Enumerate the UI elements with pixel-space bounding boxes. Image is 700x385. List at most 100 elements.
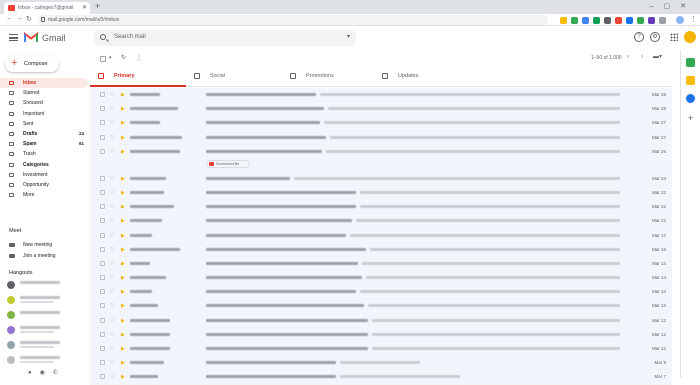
email-row[interactable]: ☆ ▶ Mar 22 <box>90 214 672 229</box>
important-marker-icon[interactable]: ▶ <box>121 261 125 267</box>
back-icon[interactable]: ← <box>6 15 13 22</box>
settings-gear-icon[interactable]: ⚙ <box>650 32 660 42</box>
input-tools-icon[interactable]: ▬▾ <box>653 53 662 60</box>
extension-icon[interactable] <box>648 17 655 24</box>
email-row[interactable]: ☆ ▶ Mar 27 <box>90 130 672 145</box>
row-checkbox[interactable] <box>100 92 105 97</box>
phone-icon[interactable]: ✆ <box>53 370 66 376</box>
email-row[interactable]: ☆ ▶ Mar 7 <box>90 370 672 385</box>
email-row[interactable]: ☆ ▶ Mar 9 <box>90 356 672 371</box>
sidebar-item-important[interactable]: Important <box>0 109 88 119</box>
row-checkbox[interactable] <box>100 260 105 266</box>
forward-icon[interactable]: → <box>16 15 23 22</box>
row-checkbox[interactable] <box>100 346 105 351</box>
attachment-chip[interactable]: Screenshot file <box>206 159 250 168</box>
row-checkbox[interactable] <box>100 106 105 112</box>
row-checkbox[interactable] <box>100 303 105 309</box>
email-row[interactable]: ☆ ▶ Mar 12 <box>90 313 672 328</box>
row-checkbox[interactable] <box>100 204 105 210</box>
extension-icon[interactable] <box>637 17 644 24</box>
star-icon[interactable]: ☆ <box>109 216 115 224</box>
email-row[interactable]: ☆ ▶ Mar 22 <box>90 200 672 215</box>
star-icon[interactable]: ☆ <box>109 118 115 126</box>
sidebar-item-opportunity[interactable]: Opportunity <box>0 180 88 190</box>
email-row[interactable]: ☆ ▶ Mar 12 <box>90 327 672 342</box>
star-icon[interactable]: ☆ <box>109 287 115 295</box>
important-marker-icon[interactable]: ▶ <box>121 176 125 182</box>
star-icon[interactable]: ☆ <box>109 259 115 267</box>
tab-social[interactable]: Social <box>186 67 282 87</box>
hangout-contact[interactable] <box>0 309 88 323</box>
sidebar-item-inbox[interactable]: Inbox <box>0 78 88 89</box>
search-box[interactable]: Search mail ▾ <box>94 30 356 46</box>
address-bar[interactable]: mail.google.com/mail/u/0/#inbox <box>38 15 548 25</box>
sidebar-item-sent[interactable]: Sent <box>0 119 88 129</box>
extension-icon[interactable] <box>582 17 589 24</box>
star-icon[interactable]: ☆ <box>109 90 115 98</box>
important-marker-icon[interactable]: ▶ <box>121 318 125 324</box>
email-row[interactable]: ☆ ▶ Mar 14 <box>90 271 672 286</box>
row-checkbox[interactable] <box>100 317 105 323</box>
star-icon[interactable]: ☆ <box>109 330 115 338</box>
star-icon[interactable]: ☆ <box>109 316 115 324</box>
hangout-contact[interactable] <box>0 339 88 353</box>
important-marker-icon[interactable]: ▶ <box>121 247 125 253</box>
reload-icon[interactable]: ↻ <box>26 15 32 23</box>
email-row[interactable]: ☆ ▶ Mar 28 <box>90 102 672 117</box>
extension-icon[interactable] <box>615 17 622 24</box>
important-marker-icon[interactable]: ▶ <box>121 233 125 239</box>
tab-promotions[interactable]: Promotions <box>282 67 374 87</box>
main-menu-icon[interactable] <box>9 34 18 41</box>
email-row[interactable]: ☆ ▶ Mar 12 <box>90 342 672 357</box>
new-meeting-button[interactable]: New meeting <box>0 240 88 250</box>
account-avatar[interactable] <box>684 31 696 43</box>
add-addon-icon[interactable]: + <box>686 114 695 123</box>
hangout-contact[interactable] <box>0 354 88 368</box>
newer-page-icon[interactable]: ‹ <box>627 54 629 60</box>
email-row[interactable]: ☆ ▶ Mar 14 <box>90 256 672 272</box>
sidebar-item-starred[interactable]: Starred <box>0 88 88 98</box>
row-checkbox[interactable] <box>100 289 105 295</box>
important-marker-icon[interactable]: ▶ <box>121 360 125 366</box>
sidebar-item-more[interactable]: More <box>0 190 88 200</box>
sidebar-item-snoozed[interactable]: Snoozed <box>0 98 88 108</box>
hangout-contact[interactable] <box>0 294 88 308</box>
join-meeting-button[interactable]: Join a meeting <box>0 251 88 261</box>
kebab-menu-icon[interactable]: ⋮ <box>690 15 697 23</box>
person-icon[interactable]: ● <box>28 370 40 376</box>
gmail-logo-icon[interactable] <box>24 32 38 43</box>
compose-button[interactable]: + Compose <box>5 56 59 72</box>
star-icon[interactable]: ☆ <box>109 231 115 239</box>
row-checkbox[interactable] <box>100 232 105 238</box>
important-marker-icon[interactable]: ▶ <box>121 289 125 295</box>
email-row[interactable]: ☆ ▶ Mar 27 <box>90 116 672 131</box>
extension-icon[interactable] <box>626 17 633 24</box>
row-checkbox[interactable] <box>100 331 105 337</box>
star-icon[interactable]: ☆ <box>109 202 115 210</box>
important-marker-icon[interactable]: ▶ <box>121 190 125 196</box>
extension-icon[interactable] <box>560 17 567 24</box>
email-row[interactable]: ☆ ▶ Mar 24 <box>90 171 672 186</box>
google-apps-icon[interactable] <box>670 33 678 41</box>
email-row[interactable]: ☆ ▶ Mar 28 <box>90 88 672 103</box>
calendar-icon[interactable] <box>686 58 695 67</box>
email-row[interactable]: ☆ ▶ Mar 13 <box>90 299 672 314</box>
email-row[interactable]: ☆ ▶ Mar 26 Screenshot file <box>90 144 672 172</box>
row-checkbox[interactable] <box>100 148 105 154</box>
row-checkbox[interactable] <box>100 374 105 380</box>
row-checkbox[interactable] <box>100 275 105 281</box>
keep-icon[interactable] <box>686 76 695 85</box>
important-marker-icon[interactable]: ▶ <box>121 346 125 352</box>
tasks-icon[interactable] <box>686 94 695 103</box>
help-icon[interactable]: ? <box>634 32 644 42</box>
hangout-contact[interactable] <box>0 324 88 338</box>
star-icon[interactable]: ☆ <box>109 104 115 112</box>
important-marker-icon[interactable]: ▶ <box>121 135 125 141</box>
close-tab-icon[interactable]: ✕ <box>82 4 87 11</box>
browser-profile-avatar[interactable] <box>676 16 684 24</box>
important-marker-icon[interactable]: ▶ <box>121 275 125 281</box>
important-marker-icon[interactable]: ▶ <box>121 149 125 155</box>
sidebar-item-spam[interactable]: Spam 61 <box>0 139 88 149</box>
important-marker-icon[interactable]: ▶ <box>121 92 125 98</box>
tab-updates[interactable]: Updates <box>374 67 470 87</box>
